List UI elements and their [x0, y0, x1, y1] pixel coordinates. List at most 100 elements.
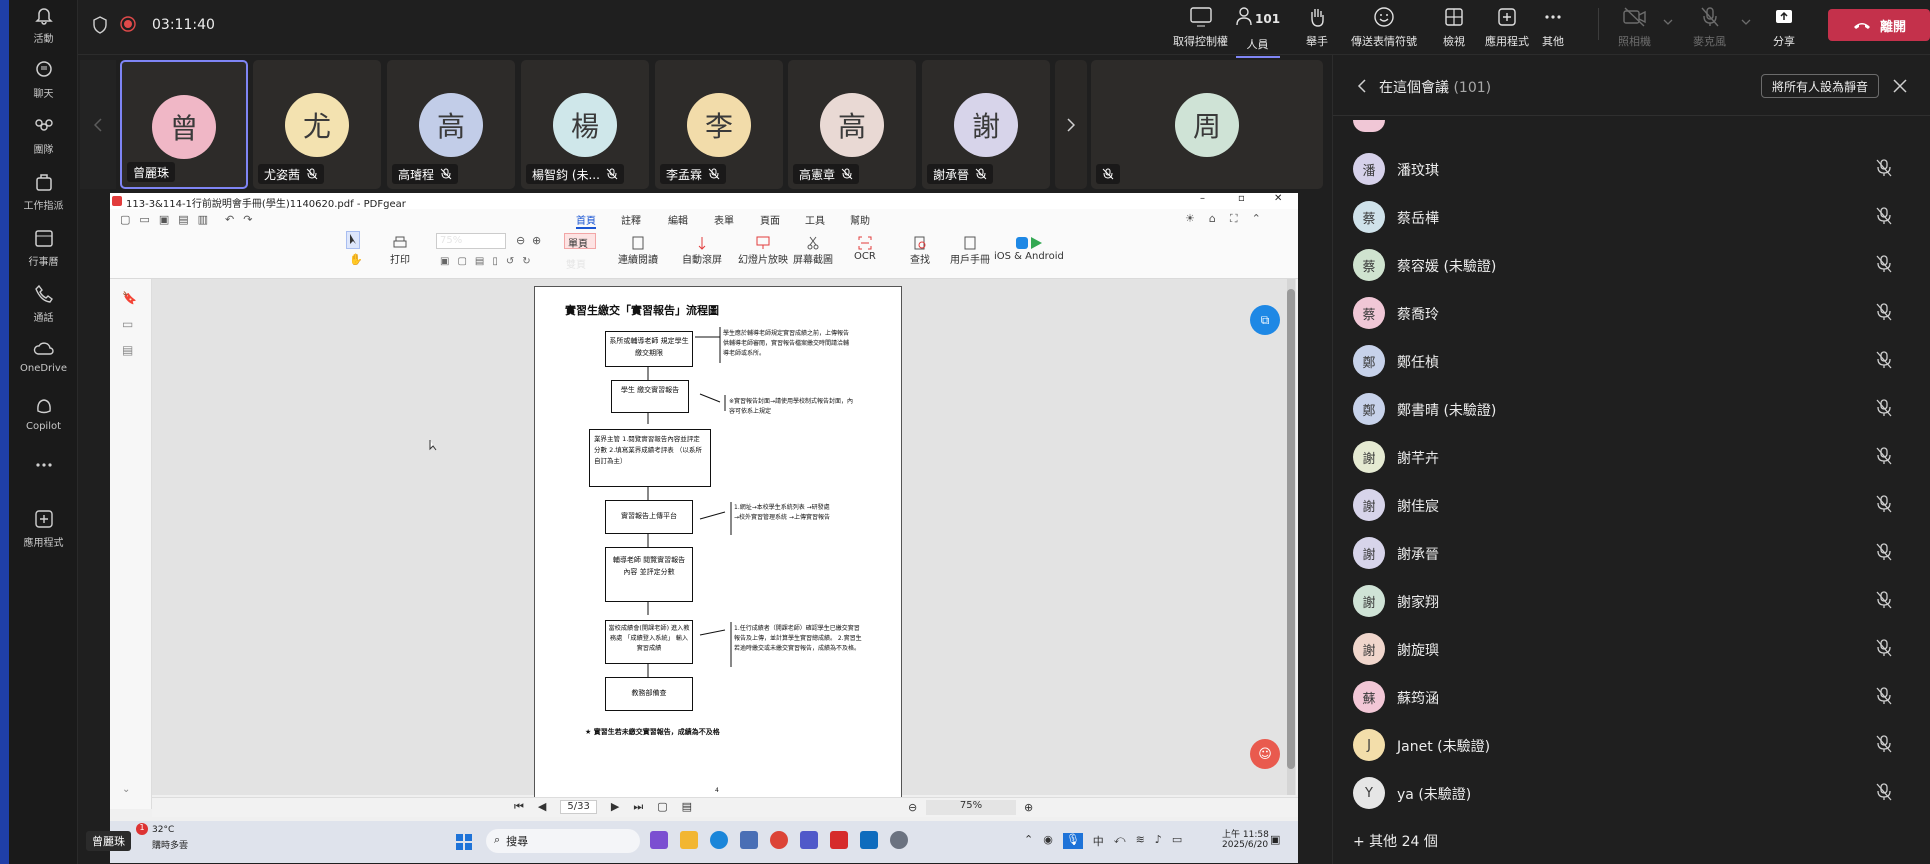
participant-tile[interactable]: 曾 曾麗珠	[120, 60, 248, 189]
mic-off-icon[interactable]	[1876, 303, 1892, 321]
shield-icon[interactable]	[92, 16, 108, 34]
auto-scroll-button[interactable]: 自動滾屏	[682, 235, 722, 266]
participant-tile[interactable]: 高 高憲章	[788, 60, 916, 189]
rail-item-calendar[interactable]: 行事曆	[9, 227, 78, 268]
theme-icon[interactable]: ☀	[1185, 212, 1195, 226]
participant-tile[interactable]: 李 李孟霖	[655, 60, 783, 189]
participant-tile[interactable]: 高 高璿程	[387, 60, 515, 189]
open-icon[interactable]: ▭	[139, 213, 149, 226]
mic-off-icon[interactable]	[1876, 495, 1892, 513]
ime-mode-icon[interactable]: ⤺	[1114, 833, 1126, 849]
fit-width-icon[interactable]: ▢	[457, 256, 466, 267]
expand-icon[interactable]: ⌄	[122, 784, 130, 795]
wifi-icon[interactable]: ≋	[1136, 833, 1145, 849]
zoom-in-icon[interactable]: ⊕	[1024, 801, 1033, 814]
people-button[interactable]: 101 人員	[1235, 6, 1280, 58]
new-file-icon[interactable]: ▢	[120, 213, 130, 226]
show-more-link[interactable]: + 其他 24 個	[1353, 831, 1438, 851]
close-button[interactable]: ✕	[1274, 193, 1282, 204]
edge-browser-icon[interactable]	[710, 831, 728, 849]
share-button[interactable]: 分享	[1773, 6, 1795, 49]
last-page-icon[interactable]: ⏭	[633, 800, 643, 814]
rail-item-teams[interactable]: 團隊	[9, 115, 78, 156]
tab-edit[interactable]: 編輯	[668, 212, 688, 227]
first-page-icon[interactable]: ⏮	[514, 800, 524, 814]
volume-icon[interactable]: ♪	[1155, 833, 1162, 849]
rail-item-activity[interactable]: 活動	[9, 4, 78, 45]
rail-item-assignments[interactable]: 工作指派	[9, 171, 78, 212]
collapse-icon[interactable]: ⌃	[1252, 212, 1261, 226]
bookmark-icon[interactable]: 🔖	[122, 291, 137, 305]
participant-row[interactable]: 謝謝家翔	[1333, 577, 1930, 625]
find-button[interactable]: 查找	[910, 235, 930, 266]
slideshow-button[interactable]: 幻燈片放映	[738, 235, 788, 266]
apps-button[interactable]: 應用程式	[1485, 6, 1529, 49]
maximize-button[interactable]: ▫	[1238, 193, 1245, 204]
ime-indicator[interactable]: 中	[1093, 833, 1104, 849]
rotate-left-icon[interactable]: ↺	[506, 256, 514, 267]
clock-date[interactable]: 2025/6/20	[1222, 840, 1268, 850]
pdfgear-app-icon[interactable]	[830, 831, 848, 849]
tray-expand-icon[interactable]: ⌃	[1024, 833, 1033, 849]
tab-tools[interactable]: 工具	[805, 212, 825, 227]
zoom-select[interactable]: 75%	[436, 233, 506, 249]
rail-item-copilot[interactable]: Copilot	[9, 395, 78, 432]
manual-button[interactable]: 用戶手冊	[950, 235, 990, 266]
participant-row[interactable]: Yya (未驗證)	[1333, 769, 1930, 817]
participant-row[interactable]: 鄭鄭書晴 (未驗證)	[1333, 385, 1930, 433]
participant-tile[interactable]: 周	[1091, 60, 1323, 189]
mic-off-icon[interactable]	[1876, 255, 1892, 273]
participant-row[interactable]: 謝謝芊卉	[1333, 433, 1930, 481]
settings-icon[interactable]	[890, 831, 908, 849]
camera-button[interactable]: 照相機	[1618, 6, 1651, 49]
redo-icon[interactable]: ↷	[243, 213, 252, 226]
tab-pages[interactable]: 頁面	[760, 212, 780, 227]
continuous-button[interactable]: 連續閱讀	[618, 235, 658, 266]
tab-help[interactable]: 幫助	[850, 212, 870, 227]
rotate-right-icon[interactable]: ↻	[522, 256, 530, 267]
mic-off-icon[interactable]	[1876, 159, 1892, 177]
participant-row[interactable]: 蔡蔡喬玲	[1333, 289, 1930, 337]
strip-next-button[interactable]	[1055, 60, 1087, 189]
taskbar-search[interactable]: ⌕ 搜尋	[486, 829, 640, 853]
mic-off-icon[interactable]	[1876, 735, 1892, 753]
participant-tile[interactable]: 尤 尤姿茜	[253, 60, 381, 189]
zoom-out-icon[interactable]: ⊖	[516, 234, 525, 247]
mic-button[interactable]: 麥克風	[1693, 6, 1726, 49]
windows-start-icon[interactable]	[455, 833, 473, 851]
participant-tile[interactable]: 楊 楊智鈞 (未...	[521, 60, 649, 189]
chevron-down-icon[interactable]	[1741, 18, 1751, 26]
participant-row[interactable]: 謝謝承晉	[1333, 529, 1930, 577]
rail-item-more[interactable]	[9, 460, 78, 474]
fullscreen-icon[interactable]: ⛶	[1230, 212, 1238, 226]
zoom-in-icon[interactable]: ⊕	[532, 234, 541, 247]
page-indicator[interactable]: 5/33	[560, 800, 597, 814]
pin-icon[interactable]: ⌂	[1209, 212, 1216, 226]
rail-item-onedrive[interactable]: OneDrive	[9, 339, 78, 374]
hand-tool-icon[interactable]: ✋	[349, 253, 363, 266]
participant-row[interactable]: 蘇蘇筠涵	[1333, 673, 1930, 721]
participant-row[interactable]: 蔡蔡岳樺	[1333, 193, 1930, 241]
tab-home[interactable]: 首頁	[576, 212, 596, 229]
fit-page-icon[interactable]: ▣	[440, 256, 449, 267]
zoom-out-icon[interactable]: ⊖	[908, 801, 917, 814]
comment-icon[interactable]: ▤	[122, 343, 133, 357]
tab-annotate[interactable]: 註釋	[621, 212, 641, 227]
mic-off-icon[interactable]	[1876, 783, 1892, 801]
select-tool[interactable]	[346, 231, 360, 249]
tray-app-icon[interactable]: ◉	[1043, 833, 1053, 849]
print-button[interactable]: 打印	[390, 235, 410, 266]
participant-row[interactable]: 謝謝旋璵	[1333, 625, 1930, 673]
leave-button[interactable]: 離開	[1828, 9, 1930, 41]
outlook-icon[interactable]	[860, 831, 878, 849]
prev-page-icon[interactable]: ◀	[538, 800, 546, 814]
close-icon[interactable]	[1893, 79, 1907, 93]
scrollbar[interactable]	[1287, 279, 1295, 795]
participant-row[interactable]: 鄭鄭任楨	[1333, 337, 1930, 385]
rail-item-calls[interactable]: 通話	[9, 283, 78, 324]
save-as-icon[interactable]: ▤	[178, 213, 188, 226]
thumbnail-view-icon[interactable]: ▤	[682, 800, 692, 814]
battery-icon[interactable]: ▭	[1172, 833, 1182, 849]
minimize-button[interactable]: –	[1200, 193, 1205, 204]
clock-time[interactable]: 上午 11:58	[1222, 827, 1269, 840]
